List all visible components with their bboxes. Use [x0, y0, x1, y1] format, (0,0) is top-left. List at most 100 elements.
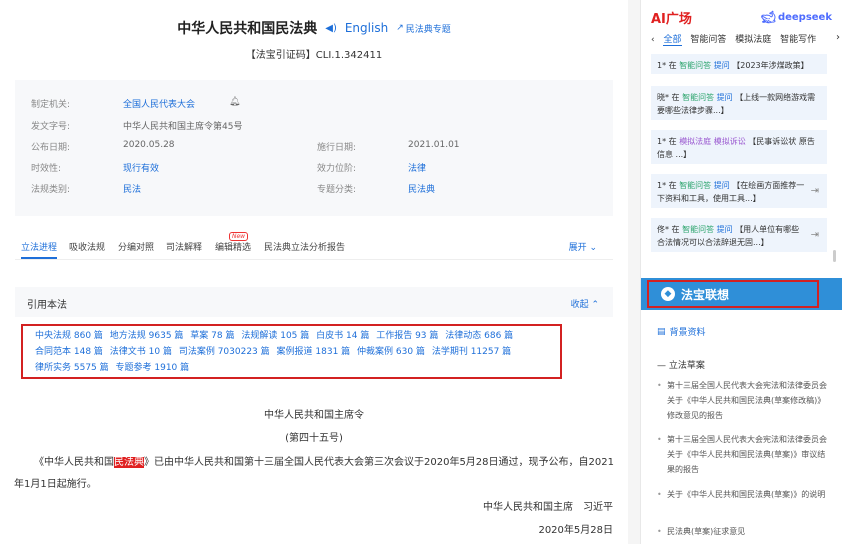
- deepseek-logo-text: deepseek: [777, 11, 832, 23]
- meta-value: 中华人民共和国主席令第45号: [123, 122, 243, 132]
- card-user: 晓* 在: [657, 93, 683, 102]
- ai-card[interactable]: 晓* 在 智能问答 提问 【上线一款网络游戏需要哪些法律步骤...】: [651, 86, 827, 120]
- meta-value-validity[interactable]: 现行有效: [123, 161, 159, 174]
- background-item[interactable]: 关于《中华人民共和国民法典(草案)》的说明: [657, 487, 827, 502]
- meta-label: 时效性:: [31, 164, 62, 174]
- card-action: 模拟诉讼: [711, 137, 749, 146]
- enter-icon[interactable]: ⇥: [811, 185, 819, 198]
- ai-tab-qa[interactable]: 智能问答: [690, 35, 726, 45]
- background-title-label: 背景资料: [669, 328, 706, 338]
- cite-title: 引用本法: [27, 300, 67, 311]
- title-row: 中华人民共和国民法典 ◀) English ↗ 民法典专题: [0, 18, 628, 38]
- cite-link[interactable]: 白皮书 14 篇: [316, 331, 369, 341]
- whale-icon: 🐋︎: [760, 10, 776, 24]
- cite-links-box: 中央法规 860 篇 地方法规 9635 篇 草案 78 篇 法规解读 105 …: [21, 324, 562, 379]
- collapse-button[interactable]: 收起 ⌃: [571, 297, 599, 310]
- tab-compare[interactable]: 分编对照: [118, 240, 154, 253]
- tab-judicial-interpretation[interactable]: 司法解释: [166, 240, 202, 253]
- cite-link[interactable]: 司法案例 7030223 篇: [179, 347, 270, 357]
- expand-label: 展开: [568, 243, 587, 253]
- meta-label: 公布日期:: [31, 143, 71, 153]
- background-item[interactable]: 民法典(草案)征求意见: [657, 524, 827, 539]
- card-module: 模拟法庭: [679, 137, 712, 146]
- meta-value-topic[interactable]: 民法典: [408, 182, 435, 195]
- topic-link-label: 民法典专题: [405, 24, 451, 35]
- ai-card[interactable]: 1* 在 模拟法庭 模拟诉讼 【民事诉讼状 原告信息 ...】: [651, 130, 827, 164]
- card-action: 提问: [711, 61, 733, 70]
- ai-tab-bar: ‹ 全部 智能问答 模拟法庭 智能写作: [651, 32, 836, 46]
- cite-link[interactable]: 中央法规 860 篇: [35, 331, 103, 341]
- tab-analysis-report[interactable]: 民法典立法分析报告: [264, 240, 345, 253]
- cite-link[interactable]: 法律动态 686 篇: [445, 331, 513, 341]
- ai-tab-court[interactable]: 模拟法庭: [735, 35, 771, 45]
- speaker-icon[interactable]: ◀): [325, 23, 337, 34]
- background-title[interactable]: ▤ 背景资料: [657, 325, 706, 339]
- english-link[interactable]: English: [345, 21, 388, 35]
- meta-label: 效力位阶:: [317, 164, 357, 174]
- ai-tab-writing[interactable]: 智能写作: [780, 35, 816, 45]
- meta-label: 发文字号:: [31, 122, 71, 132]
- background-subsection-label: 立法草案: [668, 361, 705, 371]
- ai-header: AI广场 🐋︎ deepseek: [651, 8, 832, 28]
- ai-card[interactable]: 1* 在 智能问答 提问 【在绘画方面推荐一下资料和工具，使用工具...】 ⇥: [651, 174, 827, 208]
- ai-card[interactable]: 1* 在 智能问答 提问 【2023年涉煤政策】: [651, 54, 827, 74]
- card-user: 1* 在: [657, 137, 680, 146]
- meta-value-issuer[interactable]: 全国人民代表大会: [123, 97, 195, 110]
- share-icon: ↗: [396, 23, 404, 33]
- topic-link[interactable]: ↗ 民法典专题: [396, 22, 451, 35]
- meta-label: 专题分类:: [317, 185, 357, 195]
- search-highlight: 民法典: [114, 457, 144, 468]
- cite-line: 合同范本 148 篇 法律文书 10 篇 司法案例 7030223 篇 案例报道…: [35, 344, 548, 360]
- assoc-label: 法宝联想: [681, 287, 730, 302]
- chevron-right-icon[interactable]: ›: [836, 32, 840, 43]
- tab-editor-picks[interactable]: New 编辑精选: [215, 232, 251, 253]
- document-icon: ▤: [657, 326, 666, 337]
- decree-heading: 中华人民共和国主席令: [264, 410, 364, 421]
- cite-link[interactable]: 工作报告 93 篇: [376, 331, 438, 341]
- card-module: 智能问答: [682, 93, 715, 102]
- assoc-icon: ◆: [661, 287, 675, 301]
- cite-link[interactable]: 地方法规 9635 篇: [110, 331, 184, 341]
- chevron-left-icon[interactable]: ‹: [651, 35, 655, 45]
- card-action: 提问: [714, 93, 736, 102]
- card-user: 1* 在: [657, 181, 680, 190]
- divider: [628, 0, 640, 544]
- cite-link[interactable]: 合同范本 148 篇: [35, 347, 103, 357]
- cite-header: 引用本法 收起 ⌃: [15, 287, 613, 317]
- ai-tab-all[interactable]: 全部: [663, 35, 682, 46]
- meta-label: 施行日期:: [317, 143, 357, 153]
- ai-plaza-title: AI广场: [651, 12, 692, 27]
- scrollbar[interactable]: [833, 250, 836, 262]
- cite-link[interactable]: 法规解读 105 篇: [241, 331, 309, 341]
- tab-legislative-process[interactable]: 立法进程: [21, 240, 58, 259]
- cite-link[interactable]: 专题参考 1910 篇: [116, 363, 190, 373]
- cite-link[interactable]: 仲裁案例 630 篇: [357, 347, 425, 357]
- card-module: 智能问答: [679, 61, 712, 70]
- cite-link[interactable]: 案例报道 1831 篇: [277, 347, 351, 357]
- cite-link[interactable]: 法律文书 10 篇: [110, 347, 172, 357]
- enter-icon[interactable]: ⇥: [811, 229, 819, 242]
- decree-number: (第四十五号): [285, 433, 343, 444]
- decree-date: 2020年5月28日: [538, 525, 613, 536]
- card-text: 【2023年涉煤政策】: [732, 61, 809, 70]
- meta-value-category[interactable]: 民法: [123, 182, 141, 195]
- meta-value-level[interactable]: 法律: [408, 161, 426, 174]
- meta-label: 制定机关:: [31, 100, 71, 110]
- bell-icon[interactable]: 🔔︎: [229, 97, 240, 107]
- collapse-label: 收起: [570, 300, 589, 310]
- tab-absorbed-laws[interactable]: 吸收法规: [69, 240, 105, 253]
- background-item[interactable]: 第十三届全国人民代表大会宪法和法律委员会关于《中华人民共和国民法典(草案修改稿)…: [657, 378, 827, 423]
- fabao-assoc-button[interactable]: ◆ 法宝联想: [647, 280, 819, 308]
- card-module: 智能问答: [679, 181, 712, 190]
- sidebar: AI广场 🐋︎ deepseek ‹ 全部 智能问答 模拟法庭 智能写作 › 1…: [640, 0, 842, 544]
- ai-card[interactable]: 佟* 在 智能问答 提问 【用人单位有哪些合法情况可以合法辞退无固...】 ⇥: [651, 218, 827, 252]
- cite-link[interactable]: 草案 78 篇: [190, 331, 234, 341]
- signer: 中华人民共和国主席 习近平: [483, 502, 613, 513]
- cite-link[interactable]: 法学期刊 11257 篇: [432, 347, 511, 357]
- background-item[interactable]: 第十三届全国人民代表大会宪法和法律委员会关于《中华人民共和国民法典(草案)》审议…: [657, 432, 827, 477]
- cite-line: 律所实务 5575 篇 专题参考 1910 篇: [35, 360, 548, 376]
- cite-link[interactable]: 律所实务 5575 篇: [35, 363, 109, 373]
- background-subsection[interactable]: — 立法草案: [657, 358, 705, 371]
- expand-button[interactable]: 展开 ⌄: [569, 240, 597, 253]
- card-action: 提问: [714, 225, 736, 234]
